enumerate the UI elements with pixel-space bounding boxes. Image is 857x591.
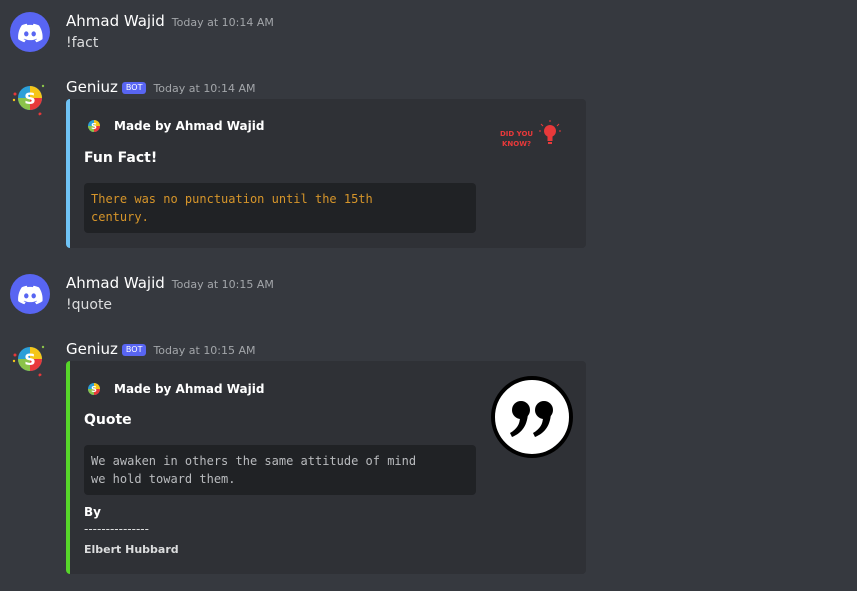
username[interactable]: Geniuz [66,78,118,96]
user-avatar[interactable] [10,274,50,314]
timestamp: Today at 10:14 AM [171,16,274,29]
embed-author-name[interactable]: Made by Ahmad Wajid [114,119,264,133]
did-you-know-lightbulb-icon: DID YOU KNOW? [500,120,561,148]
embed-thumbnail[interactable]: DID YOU KNOW? [498,119,568,153]
username[interactable]: Geniuz [66,340,118,358]
field-divider: --------------- [84,522,149,536]
discord-logo-icon [18,23,43,43]
code-block: There was no punctuation until the 15th … [84,183,476,233]
username[interactable]: Ahmad Wajid [66,12,165,30]
embed-title: Quote [84,412,132,428]
timestamp: Today at 10:15 AM [153,344,256,357]
message-content: !fact [66,35,99,51]
svg-text:S: S [24,89,36,108]
bot-badge: BOT [121,344,147,356]
geniuz-logo-icon: S [88,120,100,132]
bot-avatar[interactable]: S [10,339,50,379]
bot-avatar[interactable]: S [10,78,50,118]
timestamp: Today at 10:15 AM [171,278,274,291]
embed-author: S Made by Ahmad Wajid [84,116,264,136]
svg-text:S: S [91,122,97,131]
svg-text:S: S [24,350,36,369]
field-value: Elbert Hubbard [84,543,179,556]
embed-fact: S Made by Ahmad Wajid Fun Fact! There wa… [66,99,586,248]
svg-text:S: S [91,385,97,394]
embed-quote: S Made by Ahmad Wajid Quote We awaken in… [66,361,586,574]
user-avatar[interactable] [10,12,50,52]
timestamp: Today at 10:14 AM [153,82,256,95]
quote-marks-icon [491,376,573,458]
field-name: By [84,505,101,519]
embed-thumbnail[interactable] [490,375,574,459]
svg-text:DID YOU: DID YOU [500,130,533,138]
username[interactable]: Ahmad Wajid [66,274,165,292]
discord-logo-icon [18,285,43,305]
message-content: !quote [66,297,113,313]
geniuz-logo-icon: S [88,383,100,395]
geniuz-logo-icon: S [12,345,45,377]
svg-text:KNOW?: KNOW? [502,140,531,148]
code-block: We awaken in others the same attitude of… [84,445,476,495]
geniuz-logo-icon: S [12,84,45,116]
bot-badge: BOT [121,82,147,94]
embed-title: Fun Fact! [84,150,158,166]
embed-author: S Made by Ahmad Wajid [84,379,264,399]
embed-author-name[interactable]: Made by Ahmad Wajid [114,382,264,396]
